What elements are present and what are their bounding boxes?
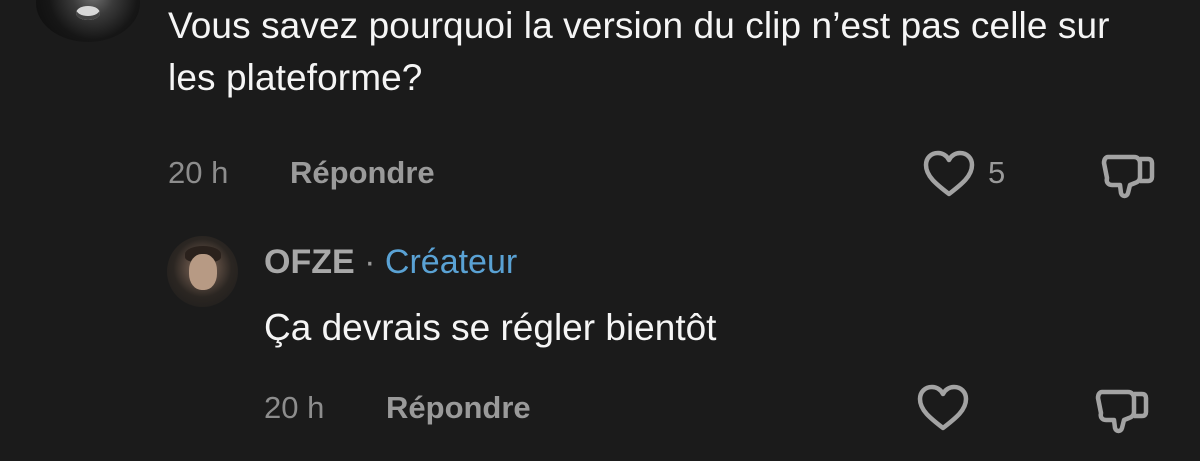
avatar[interactable]	[36, 0, 140, 42]
reply-timestamp: 20 h	[264, 390, 325, 425]
like-button[interactable]	[922, 150, 976, 198]
comment-timestamp: 20 h	[168, 155, 229, 190]
avatar-image-detail	[189, 254, 217, 290]
like-button[interactable]	[916, 384, 970, 432]
reply-text: Ça devrais se régler bientôt	[264, 307, 717, 348]
reply-button[interactable]: Répondre	[386, 390, 531, 426]
dislike-button[interactable]	[1100, 147, 1156, 201]
dislike-button[interactable]	[1094, 382, 1150, 436]
reply-author-line: OFZE · Créateur	[264, 240, 517, 284]
author-name[interactable]: OFZE	[264, 243, 355, 281]
avatar-image-detail	[76, 6, 100, 20]
creator-avatar[interactable]	[167, 236, 238, 307]
heart-icon	[916, 384, 970, 432]
comment-text: Vous savez pourquoi la version du clip n…	[168, 5, 1110, 98]
like-count: 5	[988, 155, 1006, 190]
thumbs-down-icon	[1100, 147, 1156, 201]
reply-button[interactable]: Répondre	[290, 155, 435, 191]
heart-icon	[922, 150, 976, 198]
creator-badge: Créateur	[384, 243, 518, 281]
thumbs-down-icon	[1094, 382, 1150, 436]
author-separator: ·	[364, 243, 376, 281]
